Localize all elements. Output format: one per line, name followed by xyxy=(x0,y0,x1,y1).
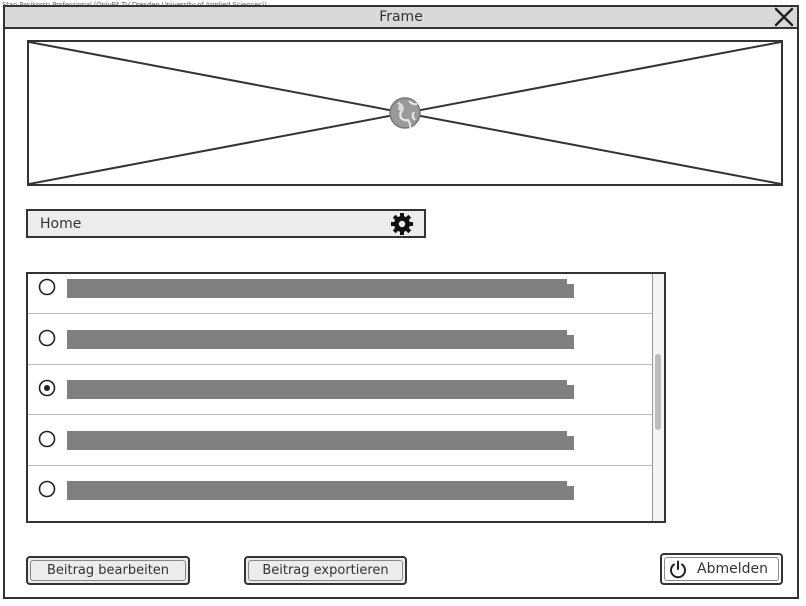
gear-icon xyxy=(391,213,413,235)
text-placeholder-bar xyxy=(67,329,574,349)
list-item[interactable] xyxy=(28,416,652,466)
logout-button[interactable]: Abmelden xyxy=(660,553,783,585)
post-list[interactable] xyxy=(26,272,666,523)
text-placeholder-bar xyxy=(67,481,574,500)
home-bar: Home xyxy=(26,209,426,238)
radio-button[interactable] xyxy=(38,430,56,448)
export-post-button[interactable]: Beitrag exportieren xyxy=(244,556,407,585)
globe-icon xyxy=(389,97,421,129)
list-item[interactable] xyxy=(28,315,652,365)
edit-post-button[interactable]: Beitrag bearbeiten xyxy=(26,556,190,585)
power-icon xyxy=(670,560,686,579)
home-label: Home xyxy=(40,216,82,232)
scrollbar[interactable] xyxy=(652,274,664,521)
close-icon xyxy=(774,7,794,27)
close-button[interactable] xyxy=(773,6,795,28)
radio-button[interactable] xyxy=(38,480,56,498)
image-placeholder-cross xyxy=(29,42,781,184)
list-item[interactable] xyxy=(28,365,652,415)
image-placeholder xyxy=(27,40,783,186)
title-bar: Frame xyxy=(5,7,797,29)
text-placeholder-bar xyxy=(67,380,574,399)
settings-button[interactable] xyxy=(390,212,414,236)
window-frame: Frame Home Beitrag bearbeiten Beitrag ex… xyxy=(3,5,799,599)
window-title: Frame xyxy=(379,9,423,25)
text-placeholder-bar xyxy=(67,279,574,298)
radio-button-selected[interactable] xyxy=(38,379,56,397)
scrollbar-thumb[interactable] xyxy=(655,354,661,430)
text-placeholder-bar xyxy=(67,430,574,450)
button-inner-border xyxy=(248,560,403,581)
list-item[interactable] xyxy=(28,274,652,314)
list-item[interactable] xyxy=(28,466,652,516)
radio-button[interactable] xyxy=(38,278,56,296)
button-inner-border xyxy=(30,560,186,581)
radio-button[interactable] xyxy=(38,329,56,347)
